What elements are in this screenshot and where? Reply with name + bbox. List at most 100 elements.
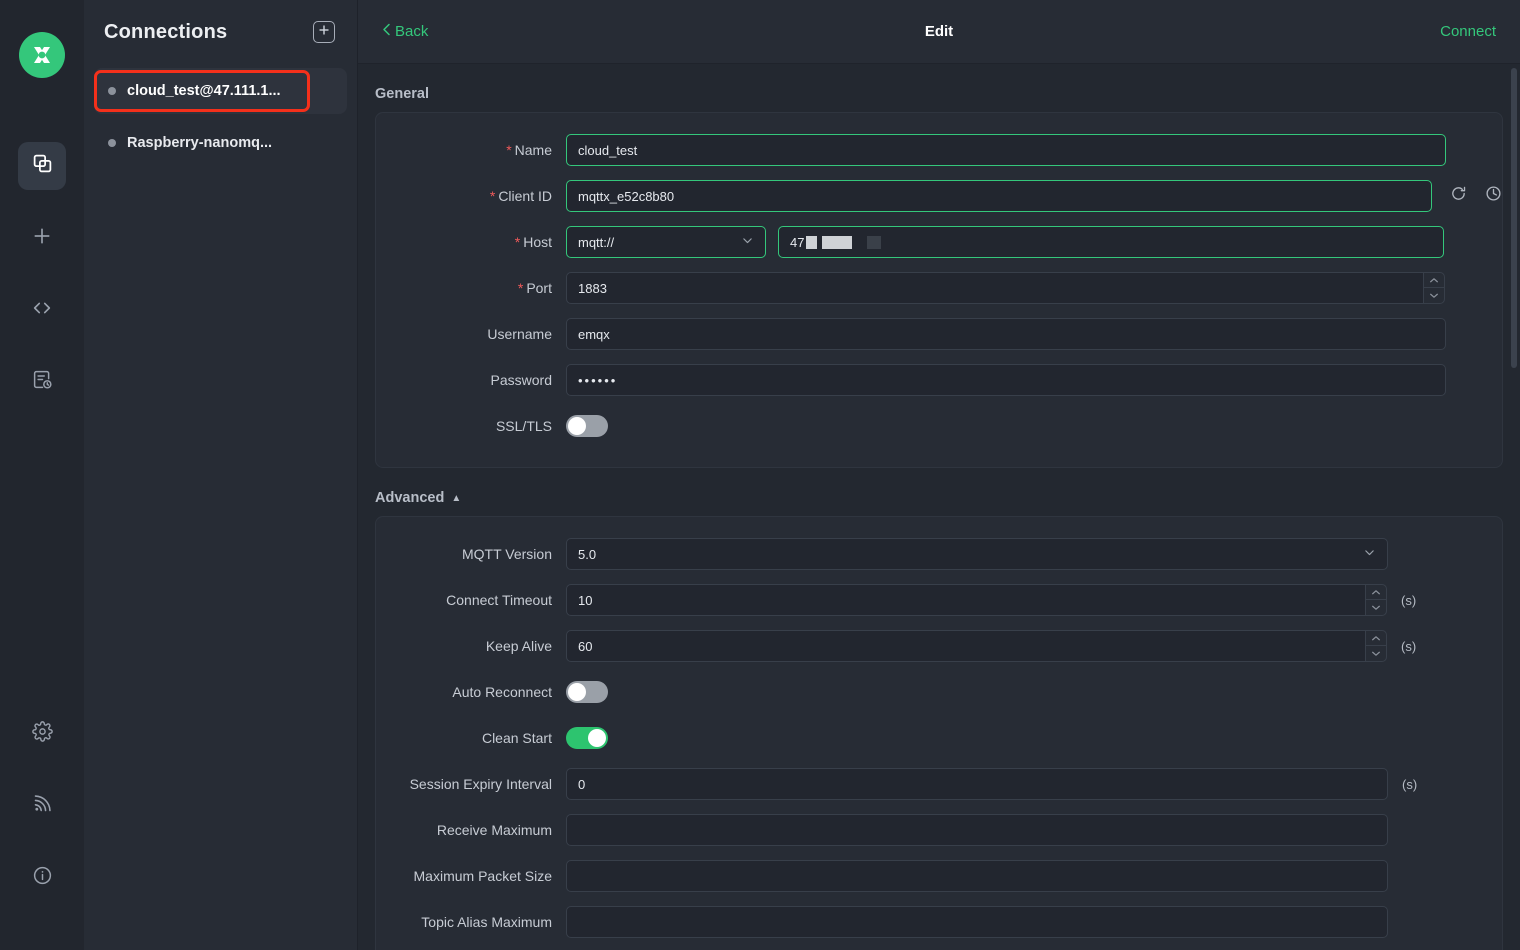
info-icon <box>32 865 53 891</box>
field-row-auto-reconnect: Auto Reconnect <box>376 673 1502 711</box>
redaction-block <box>806 236 817 249</box>
rail-primary-group <box>18 142 66 430</box>
maximum-packet-size-label: Maximum Packet Size <box>376 868 566 884</box>
field-row-mqtt-version: MQTT Version 5.0 <box>376 535 1502 573</box>
refresh-icon <box>1450 185 1467 207</box>
status-dot-icon <box>108 139 116 147</box>
list-item[interactable]: Raspberry-nanomq... <box>94 120 347 166</box>
host-label: *Host <box>376 234 566 250</box>
chevron-left-icon <box>382 23 391 40</box>
chevron-up-icon[interactable] <box>1365 631 1387 646</box>
general-section-title: General <box>375 86 1503 102</box>
auto-reconnect-label: Auto Reconnect <box>376 684 566 700</box>
back-button[interactable]: Back <box>382 23 428 40</box>
left-icon-rail <box>0 0 84 950</box>
keep-alive-stepper[interactable] <box>1365 630 1387 662</box>
keep-alive-unit: (s) <box>1401 639 1416 654</box>
settings-button[interactable] <box>18 710 66 758</box>
field-row-name: *Name cloud_test <box>376 131 1502 169</box>
redaction-block <box>822 236 852 249</box>
field-row-client-id: *Client ID mqttx_e52c8b80 <box>376 177 1502 215</box>
toggle-knob <box>568 683 586 701</box>
field-row-keep-alive: Keep Alive 60 (s) <box>376 627 1502 665</box>
regenerate-client-id-button[interactable] <box>1450 185 1467 207</box>
broadcast-button[interactable] <box>18 782 66 830</box>
chevron-down-icon[interactable] <box>1371 646 1381 661</box>
status-dot-icon <box>108 87 116 95</box>
clock-icon <box>1485 185 1502 207</box>
advanced-label: Advanced <box>375 490 444 506</box>
field-row-username: Username emqx <box>376 315 1502 353</box>
connect-timeout-input[interactable]: 10 <box>566 584 1366 616</box>
advanced-section-title[interactable]: Advanced ▲ <box>375 490 1503 506</box>
toggle-knob <box>568 417 586 435</box>
connection-label: cloud_test@47.111.1... <box>127 83 281 99</box>
chevron-up-icon[interactable] <box>1365 585 1387 600</box>
signal-icon <box>32 793 53 819</box>
sidebar-item-logs[interactable] <box>18 358 66 406</box>
receive-maximum-label: Receive Maximum <box>376 822 566 838</box>
port-stepper[interactable] <box>1423 272 1445 304</box>
password-value: •••••• <box>578 373 617 388</box>
field-row-receive-maximum: Receive Maximum <box>376 811 1502 849</box>
maximum-packet-size-input[interactable] <box>566 860 1388 892</box>
chevron-down-icon[interactable] <box>1429 288 1439 303</box>
connect-timeout-stepper[interactable] <box>1365 584 1387 616</box>
connect-timeout-unit: (s) <box>1401 593 1416 608</box>
field-row-ssl-tls: SSL/TLS <box>376 407 1502 445</box>
page-title: Connections <box>104 21 227 44</box>
mqtt-version-select[interactable]: 5.0 <box>566 538 1388 570</box>
sidebar-item-connections[interactable] <box>18 142 66 190</box>
port-input[interactable]: 1883 <box>566 272 1424 304</box>
about-button[interactable] <box>18 854 66 902</box>
session-expiry-interval-input[interactable]: 0 <box>566 768 1388 800</box>
list-item[interactable]: cloud_test@47.111.1... <box>94 68 347 114</box>
client-id-input[interactable]: mqttx_e52c8b80 <box>566 180 1432 212</box>
username-label: Username <box>376 326 566 342</box>
host-protocol-select[interactable]: mqtt:// <box>566 226 766 258</box>
client-id-value: mqttx_e52c8b80 <box>578 189 674 204</box>
code-icon <box>31 297 53 324</box>
connection-list: cloud_test@47.111.1... Raspberry-nanomq.… <box>84 64 357 166</box>
chevron-up-icon[interactable] <box>1423 273 1445 288</box>
gear-icon <box>32 721 53 747</box>
session-expiry-interval-value: 0 <box>578 777 585 792</box>
back-label: Back <box>395 23 428 40</box>
receive-maximum-input[interactable] <box>566 814 1388 846</box>
topic-alias-maximum-input[interactable] <box>566 906 1388 938</box>
connect-button[interactable]: Connect <box>1440 23 1496 40</box>
field-row-port: *Port 1883 <box>376 269 1502 307</box>
keep-alive-input[interactable]: 60 <box>566 630 1366 662</box>
connection-label: Raspberry-nanomq... <box>127 135 272 151</box>
clean-start-toggle[interactable] <box>566 727 608 749</box>
password-label: Password <box>376 372 566 388</box>
ssl-tls-label: SSL/TLS <box>376 418 566 434</box>
chevron-down-icon[interactable] <box>1371 600 1381 615</box>
field-row-topic-alias-maximum: Topic Alias Maximum <box>376 903 1502 941</box>
name-input[interactable]: cloud_test <box>566 134 1446 166</box>
mqttx-logo <box>19 32 65 78</box>
field-row-connect-timeout: Connect Timeout 10 (s) <box>376 581 1502 619</box>
session-expiry-interval-unit: (s) <box>1402 777 1417 792</box>
client-id-history-button[interactable] <box>1485 185 1502 207</box>
mqtt-version-value: 5.0 <box>578 547 596 562</box>
auto-reconnect-toggle[interactable] <box>566 681 608 703</box>
general-card: *Name cloud_test *Client ID mqttx_e52c8b… <box>375 112 1503 468</box>
password-input[interactable]: •••••• <box>566 364 1446 396</box>
sidebar-item-new-connection[interactable] <box>18 214 66 262</box>
add-connection-button[interactable] <box>313 21 335 43</box>
sidebar-item-scripts[interactable] <box>18 286 66 334</box>
username-input[interactable]: emqx <box>566 318 1446 350</box>
host-address-input[interactable]: 47 <box>778 226 1444 258</box>
copy-squares-icon <box>32 153 53 179</box>
mqttx-window: Connections cloud_test@47.111.1... Raspb… <box>0 0 1520 950</box>
ssl-tls-toggle[interactable] <box>566 415 608 437</box>
advanced-card: MQTT Version 5.0 Connect Timeout 10 <box>375 516 1503 950</box>
name-label: *Name <box>376 142 566 158</box>
form-scroll-area[interactable]: General *Name cloud_test *Client ID mq <box>358 64 1520 950</box>
host-address-value: 47 <box>790 235 804 250</box>
vertical-scrollbar[interactable] <box>1511 68 1517 368</box>
keep-alive-value: 60 <box>578 639 592 654</box>
chevron-down-icon <box>741 234 754 250</box>
required-marker: * <box>490 188 495 204</box>
